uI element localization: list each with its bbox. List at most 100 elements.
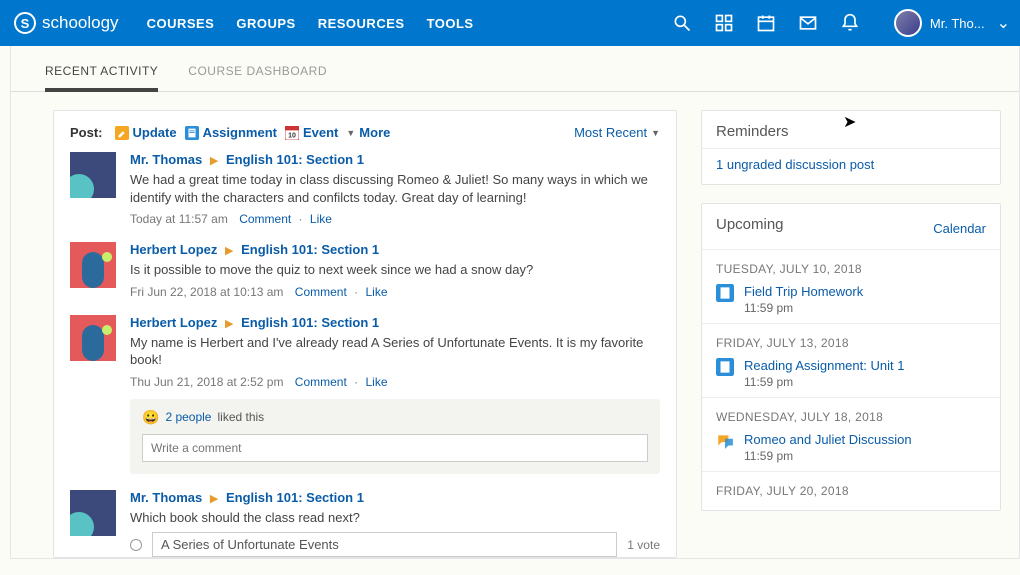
likes-summary: 😀 2 people liked this — [142, 409, 648, 426]
chevron-down-icon: ⌄ — [997, 13, 1010, 33]
search-icon[interactable] — [672, 13, 692, 33]
timestamp: Today at 11:57 am — [130, 212, 228, 226]
tabs: RECENT ACTIVITY COURSE DASHBOARD — [11, 46, 1019, 92]
nav-resources[interactable]: RESOURCES — [318, 16, 405, 31]
discussion-icon — [716, 432, 734, 450]
arrow-icon: ▶ — [210, 493, 218, 505]
logo[interactable]: S schoology — [14, 12, 119, 34]
comment-box: 😀 2 people liked this — [130, 399, 660, 474]
post-assignment[interactable]: Assignment — [185, 125, 277, 140]
upcoming-date: FRIDAY, JULY 20, 2018 — [716, 484, 986, 498]
event-link[interactable]: Reading Assignment: Unit 1 — [744, 358, 904, 373]
smiley-icon: 😀 — [142, 409, 159, 426]
author-link[interactable]: Mr. Thomas — [130, 152, 202, 167]
upcoming-panel: Upcoming Calendar TUESDAY, JULY 10, 2018… — [701, 203, 1001, 511]
assignment-icon — [716, 358, 734, 376]
author-link[interactable]: Herbert Lopez — [130, 242, 217, 257]
feed-text: We had a great time today in class discu… — [130, 171, 660, 206]
course-link[interactable]: English 101: Section 1 — [241, 315, 379, 330]
avatar[interactable] — [70, 315, 116, 361]
feed-item: Herbert Lopez ▶ English 101: Section 1 I… — [70, 242, 660, 299]
upcoming-title: Upcoming — [716, 216, 784, 233]
apps-icon[interactable] — [714, 13, 734, 33]
nav-tools[interactable]: TOOLS — [427, 16, 474, 31]
bell-icon[interactable] — [840, 13, 860, 33]
post-bar: Post: Update Assignment 10 Event ▼ More … — [70, 125, 660, 140]
arrow-icon: ▶ — [225, 245, 233, 257]
arrow-icon: ▶ — [210, 155, 218, 167]
poll-vote-count: 1 vote — [627, 538, 660, 552]
feed-item: Herbert Lopez ▶ English 101: Section 1 M… — [70, 315, 660, 474]
feed: Mr. Thomas ▶ English 101: Section 1 We h… — [70, 152, 660, 557]
comment-action[interactable]: Comment — [295, 375, 347, 389]
like-action[interactable]: Like — [366, 375, 388, 389]
feed-item: Mr. Thomas ▶ English 101: Section 1 Whic… — [70, 490, 660, 558]
feed-text: Which book should the class read next? — [130, 509, 660, 527]
comment-action[interactable]: Comment — [295, 285, 347, 299]
like-action[interactable]: Like — [365, 285, 387, 299]
avatar — [894, 9, 922, 37]
avatar[interactable] — [70, 490, 116, 536]
dropdown-icon: ▼ — [651, 128, 660, 138]
poll-option[interactable]: A Series of Unfortunate Events — [152, 532, 617, 557]
mail-icon[interactable] — [798, 13, 818, 33]
user-menu[interactable]: Mr. Tho... ⌄ — [894, 9, 1010, 37]
sort-most-recent[interactable]: Most Recent ▼ — [574, 125, 660, 140]
main-panel: Post: Update Assignment 10 Event ▼ More … — [53, 110, 677, 558]
reminders-title: Reminders — [716, 123, 986, 140]
author-link[interactable]: Herbert Lopez — [130, 315, 217, 330]
feed-item: Mr. Thomas ▶ English 101: Section 1 We h… — [70, 152, 660, 226]
upcoming-date: FRIDAY, JULY 13, 2018 — [716, 336, 986, 350]
user-name: Mr. Tho... — [930, 16, 985, 31]
nav-courses[interactable]: COURSES — [147, 16, 215, 31]
like-action[interactable]: Like — [310, 212, 332, 226]
dropdown-icon: ▼ — [346, 128, 355, 138]
post-update[interactable]: Update — [115, 125, 177, 140]
timestamp: Fri Jun 22, 2018 at 10:13 am — [130, 285, 283, 299]
event-time: 11:59 pm — [744, 449, 912, 463]
avatar[interactable] — [70, 242, 116, 288]
poll-radio[interactable] — [130, 539, 142, 551]
event-time: 11:59 pm — [744, 375, 904, 389]
event-link[interactable]: Field Trip Homework — [744, 284, 863, 299]
poll-option-row: A Series of Unfortunate Events 1 vote — [130, 532, 660, 557]
course-link[interactable]: English 101: Section 1 — [241, 242, 379, 257]
post-more[interactable]: ▼ More — [346, 125, 390, 140]
timestamp: Thu Jun 21, 2018 at 2:52 pm — [130, 375, 283, 389]
comment-action[interactable]: Comment — [239, 212, 291, 226]
tab-recent-activity[interactable]: RECENT ACTIVITY — [45, 64, 158, 92]
assignment-icon — [716, 284, 734, 302]
logo-icon: S — [14, 12, 36, 34]
feed-meta: Today at 11:57 am Comment · Like — [130, 212, 660, 226]
course-link[interactable]: English 101: Section 1 — [226, 490, 364, 505]
likers-link[interactable]: 2 people — [165, 410, 211, 424]
avatar[interactable] — [70, 152, 116, 198]
upcoming-event: Reading Assignment: Unit 1 11:59 pm — [716, 358, 986, 389]
calendar-icon[interactable] — [756, 13, 776, 33]
feed-meta: Thu Jun 21, 2018 at 2:52 pm Comment · Li… — [130, 375, 660, 389]
upcoming-event: Romeo and Juliet Discussion 11:59 pm — [716, 432, 986, 463]
nav-groups[interactable]: GROUPS — [236, 16, 295, 31]
feed-text: My name is Herbert and I've already read… — [130, 334, 660, 369]
sidebar: Reminders 1 ungraded discussion post Upc… — [701, 110, 1001, 558]
topbar: S schoology COURSES GROUPS RESOURCES TOO… — [0, 0, 1020, 46]
calendar-link[interactable]: Calendar — [933, 221, 986, 236]
feed-meta: Fri Jun 22, 2018 at 10:13 am Comment · L… — [130, 285, 660, 299]
primary-nav: COURSES GROUPS RESOURCES TOOLS — [147, 16, 474, 31]
author-link[interactable]: Mr. Thomas — [130, 490, 202, 505]
comment-input[interactable] — [142, 434, 648, 462]
post-label: Post: — [70, 125, 103, 140]
tab-course-dashboard[interactable]: COURSE DASHBOARD — [188, 64, 327, 91]
course-link[interactable]: English 101: Section 1 — [226, 152, 364, 167]
post-event[interactable]: 10 Event — [285, 125, 338, 140]
upcoming-event: Field Trip Homework 11:59 pm — [716, 284, 986, 315]
liked-suffix: liked this — [217, 410, 264, 424]
svg-text:10: 10 — [288, 132, 296, 139]
brand-text: schoology — [42, 13, 119, 33]
reminder-link[interactable]: 1 ungraded discussion post — [716, 157, 874, 172]
feed-text: Is it possible to move the quiz to next … — [130, 261, 660, 279]
upcoming-date: WEDNESDAY, JULY 18, 2018 — [716, 410, 986, 424]
event-time: 11:59 pm — [744, 301, 863, 315]
event-link[interactable]: Romeo and Juliet Discussion — [744, 432, 912, 447]
top-icons: Mr. Tho... ⌄ — [672, 9, 1010, 37]
